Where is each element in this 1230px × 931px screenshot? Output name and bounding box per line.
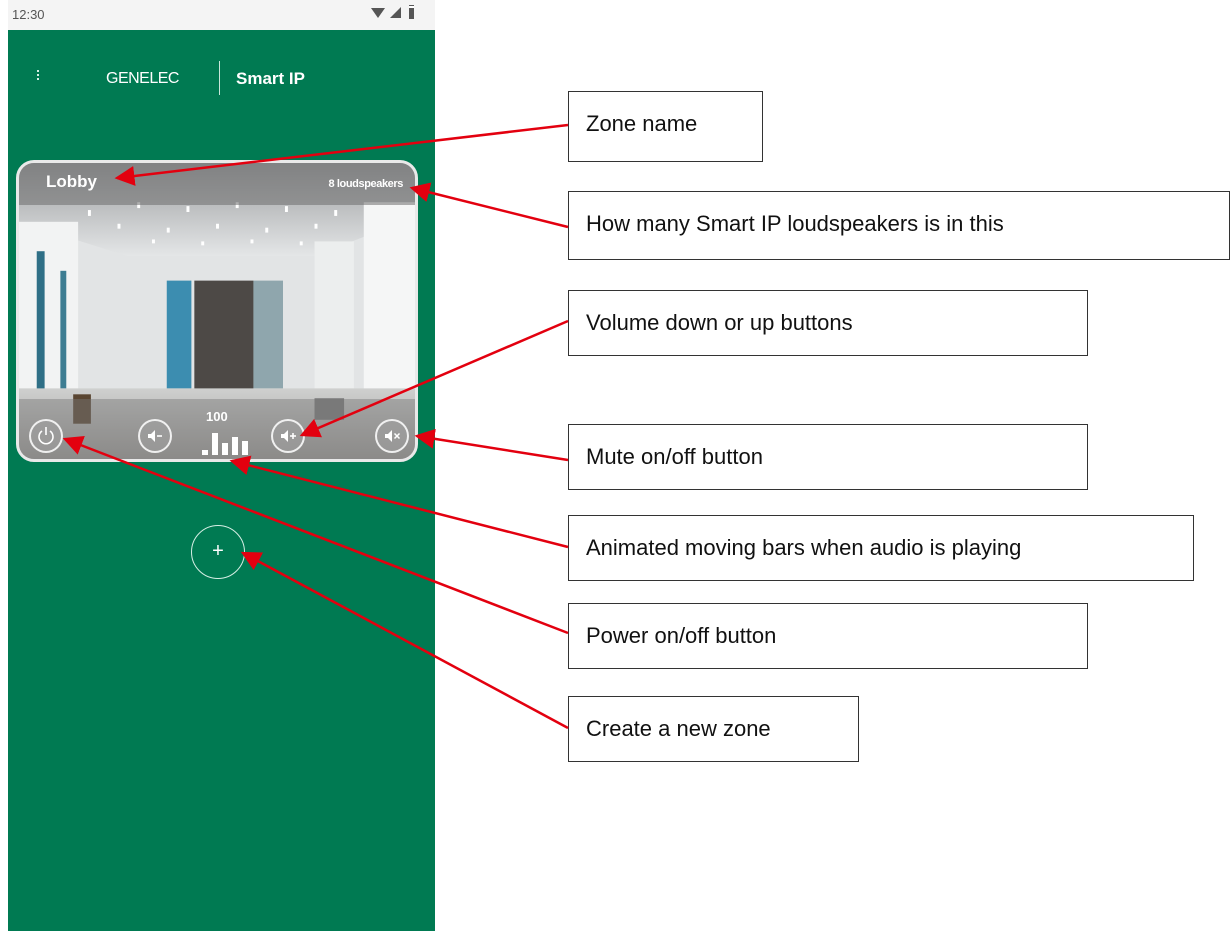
menu-icon[interactable] bbox=[34, 68, 42, 86]
wifi-icon bbox=[371, 8, 385, 18]
callout-text: Power on/off button bbox=[586, 623, 777, 648]
callout-speaker-count: How many Smart IP loudspeakers is in thi… bbox=[568, 191, 1230, 260]
callout-mute-button: Mute on/off button bbox=[568, 424, 1088, 490]
status-bar: 12:30 bbox=[8, 0, 435, 30]
app-screen: GENELEC Smart IP Lobby 8 loudspeakers 10… bbox=[8, 30, 435, 931]
volume-up-button[interactable] bbox=[271, 419, 305, 453]
callout-volume-buttons: Volume down or up buttons bbox=[568, 290, 1088, 356]
callout-text: Mute on/off button bbox=[586, 444, 763, 469]
arrow-speaker-count bbox=[409, 182, 569, 229]
battery-icon bbox=[409, 6, 414, 19]
callout-create-zone: Create a new zone bbox=[568, 696, 859, 762]
callout-text: Animated moving bars when audio is playi… bbox=[586, 535, 1022, 560]
volume-level: 100 bbox=[206, 409, 228, 424]
callout-text: Create a new zone bbox=[586, 716, 771, 741]
loudspeaker-count: 8 loudspeakers bbox=[328, 178, 404, 190]
plus-icon: + bbox=[212, 540, 224, 562]
callout-zone-name: Zone name bbox=[568, 91, 763, 162]
status-time: 12:30 bbox=[12, 7, 45, 22]
volume-up-icon bbox=[281, 430, 296, 442]
callout-text: Volume down or up buttons bbox=[586, 310, 853, 335]
callout-text: How many Smart IP loudspeakers is in thi… bbox=[586, 211, 1004, 236]
brand-company: GENELEC bbox=[106, 70, 179, 87]
add-zone-button[interactable]: + bbox=[191, 525, 245, 579]
arrow-mute-button bbox=[414, 428, 569, 462]
brand-divider bbox=[219, 61, 220, 95]
mute-icon bbox=[385, 430, 401, 442]
mute-button[interactable] bbox=[375, 419, 409, 453]
callout-animated-bars: Animated moving bars when audio is playi… bbox=[568, 515, 1194, 581]
brand-product: Smart IP bbox=[236, 69, 305, 88]
volume-down-icon bbox=[148, 430, 162, 442]
annotated-screenshot: 12:30 GENELEC Smart IP Lobby 8 loudspeak… bbox=[0, 0, 1230, 931]
audio-activity-bars bbox=[202, 431, 248, 455]
callout-power-button: Power on/off button bbox=[568, 603, 1088, 669]
power-button[interactable] bbox=[29, 419, 63, 453]
status-icons bbox=[371, 6, 421, 20]
signal-icon bbox=[390, 7, 401, 18]
volume-down-button[interactable] bbox=[138, 419, 172, 453]
callout-text: Zone name bbox=[586, 111, 698, 136]
zone-name: Lobby bbox=[46, 172, 97, 191]
zone-card[interactable]: Lobby 8 loudspeakers 100 bbox=[16, 160, 418, 462]
power-icon bbox=[38, 427, 54, 445]
zone-header: Lobby 8 loudspeakers bbox=[19, 163, 415, 205]
